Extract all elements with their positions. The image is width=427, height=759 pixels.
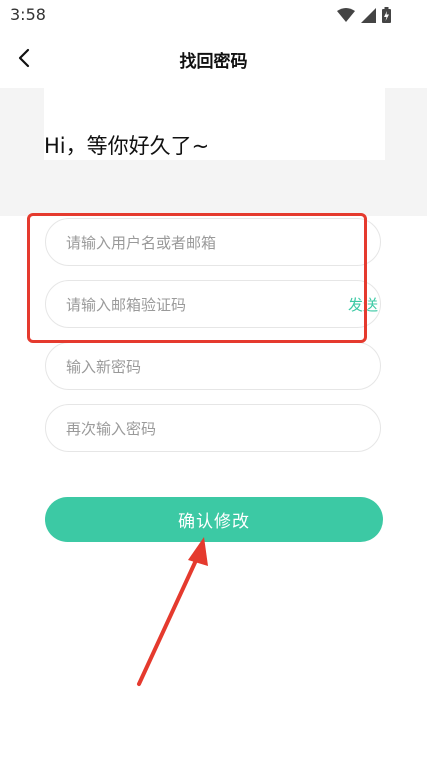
confirm-button[interactable]: 确认修改 xyxy=(45,497,383,542)
greeting-text: Hi，等你好久了~ xyxy=(44,134,210,158)
status-bar: 3:58 xyxy=(0,0,427,30)
new-password-field[interactable] xyxy=(45,342,381,391)
nav-bar: 找回密码 xyxy=(0,38,427,78)
page-title: 找回密码 xyxy=(179,52,248,72)
battery-icon xyxy=(382,7,391,23)
confirm-password-field[interactable] xyxy=(45,404,381,453)
signal-icon xyxy=(361,7,376,23)
status-icons xyxy=(337,6,391,24)
status-time: 3:58 xyxy=(10,5,46,24)
confirm-password-input[interactable] xyxy=(64,405,328,453)
wifi-icon xyxy=(337,7,355,22)
annotation-highlight-box xyxy=(27,213,367,343)
new-password-input[interactable] xyxy=(64,343,328,391)
